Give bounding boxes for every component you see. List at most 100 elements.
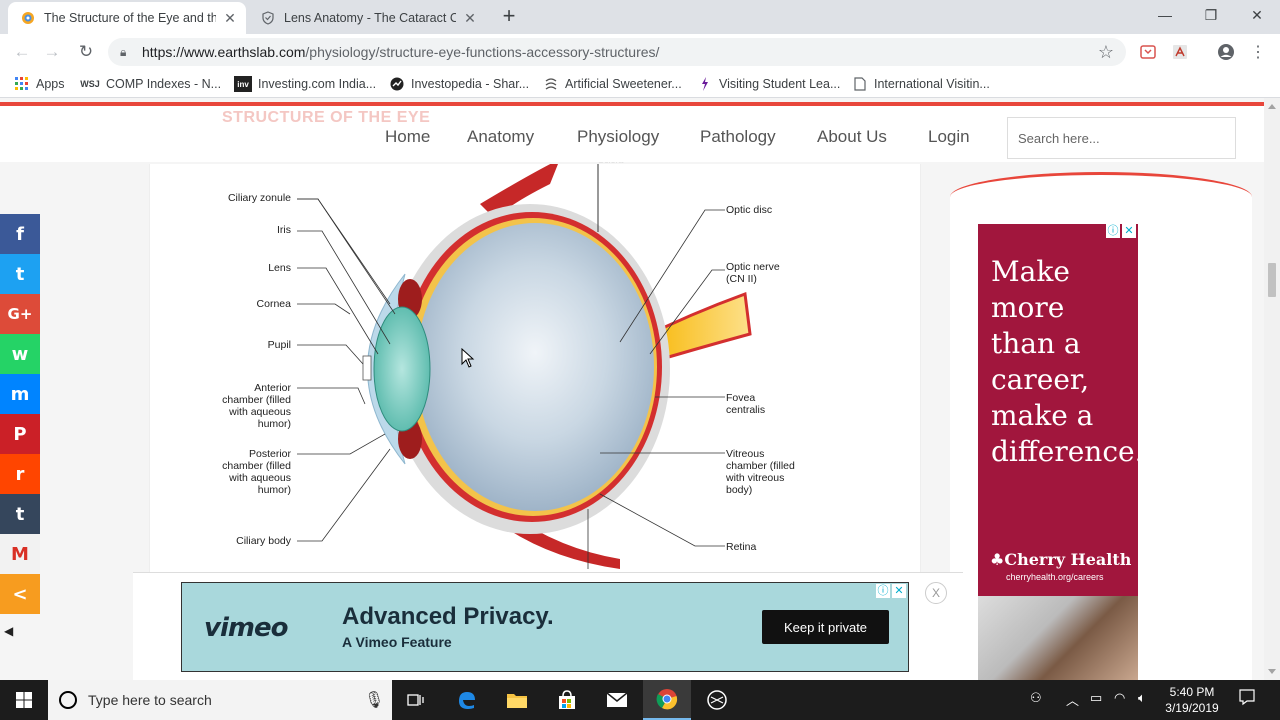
cherry-icon: ♣︎	[990, 550, 1005, 569]
label-vitreous-chamber: Vitreous chamber (filled with vitreous b…	[726, 448, 795, 496]
tab-lens-anatomy[interactable]: Lens Anatomy - The Cataract Co ✕	[248, 2, 486, 34]
google-plus-icon[interactable]: G+	[0, 294, 40, 334]
label-retina: Retina	[726, 541, 757, 553]
ad-photo	[978, 596, 1138, 680]
label-cornea: Cornea	[256, 298, 291, 310]
vimeo-ad[interactable]: ⓘ ✕ vimeo Advanced Privacy. A Vimeo Feat…	[181, 582, 909, 672]
pocket-extension-icon[interactable]	[1138, 42, 1158, 62]
app-circle-icon[interactable]	[693, 680, 741, 720]
vimeo-logo: vimeo	[204, 613, 288, 643]
nav-about-us[interactable]: About Us	[817, 127, 887, 147]
taskbar-search-placeholder: Type here to search	[88, 692, 212, 708]
ad-close-icon[interactable]: ✕	[892, 584, 906, 598]
restore-icon[interactable]: ❐	[1188, 0, 1234, 30]
label-pupil: Pupil	[267, 339, 291, 351]
bookmark-label: Investing.com India...	[258, 77, 377, 91]
bookmark-investing[interactable]: inv Investing.com India...	[234, 75, 376, 93]
cherry-health-ad[interactable]: ⓘ ✕ Make more than a career, make a diff…	[978, 224, 1143, 680]
label-optic-disc: Optic disc	[726, 204, 773, 216]
ad-subhead: A Vimeo Feature	[342, 634, 452, 650]
minimize-icon[interactable]: —	[1142, 0, 1188, 30]
nav-physiology[interactable]: Physiology	[577, 127, 659, 147]
close-window-icon[interactable]: ✕	[1234, 0, 1280, 30]
chrome-taskbar-icon[interactable]	[643, 680, 691, 720]
bookmark-label: Visiting Student Lea...	[719, 77, 841, 91]
tab-title: The Structure of the Eye and the	[44, 11, 216, 25]
close-tab-icon[interactable]: ✕	[222, 10, 238, 26]
web-page: Sclera Ciliary zonule Iris Lens Cornea P…	[0, 98, 1264, 680]
bookmark-star-icon[interactable]: ☆	[1098, 42, 1114, 63]
site-search-input[interactable]: Search here...	[1007, 117, 1236, 159]
mail-icon[interactable]	[593, 680, 641, 720]
nav-anatomy[interactable]: Anatomy	[467, 127, 534, 147]
task-view-icon[interactable]	[392, 680, 440, 720]
close-tab-icon[interactable]: ✕	[462, 10, 478, 26]
investopedia-icon	[389, 76, 405, 92]
keep-private-button[interactable]: Keep it private	[762, 610, 889, 644]
whatsapp-icon[interactable]: w	[0, 334, 40, 374]
site-navigation: STRUCTURE OF THE EYE Home Anatomy Physio…	[0, 102, 1264, 162]
label-iris: Iris	[277, 224, 291, 236]
wifi-icon[interactable]: ◠	[1114, 690, 1125, 706]
clock-date: 3/19/2019	[1165, 701, 1219, 715]
back-icon[interactable]: ←	[10, 40, 34, 64]
banner-close-button[interactable]: X	[925, 582, 947, 604]
forward-icon[interactable]: →	[40, 40, 64, 64]
reddit-icon[interactable]: r	[0, 454, 40, 494]
new-tab-button[interactable]: +	[498, 5, 520, 28]
messenger-icon[interactable]: m	[0, 374, 40, 414]
taskbar-search-input[interactable]: Type here to search 🎙︎	[48, 680, 392, 720]
battery-icon[interactable]: ▭	[1090, 690, 1102, 706]
people-icon[interactable]: ⚇	[1030, 690, 1042, 706]
microphone-icon[interactable]: 🎙︎	[364, 690, 384, 710]
taskbar-clock[interactable]: 5:40 PM 3/19/2019	[1160, 684, 1224, 716]
tab-strip: The Structure of the Eye and the ✕ Lens …	[0, 0, 1280, 34]
tumblr-icon[interactable]: t	[0, 494, 40, 534]
bookmark-apps[interactable]: Apps	[14, 75, 65, 93]
ad-info-icon[interactable]: ⓘ	[876, 584, 890, 598]
address-bar[interactable]: 🔒︎ https://www.earthslab.com/physiology/…	[108, 38, 1126, 66]
share-icon[interactable]: <	[0, 574, 40, 614]
swirl-icon	[543, 76, 559, 92]
apps-grid-icon	[14, 76, 30, 92]
bookmark-artificial-sweeteners[interactable]: Artificial Sweetener...	[543, 75, 682, 93]
bookmark-label: Apps	[36, 77, 65, 91]
facebook-icon[interactable]: f	[0, 214, 40, 254]
gmail-icon[interactable]: M	[0, 534, 40, 574]
bookmark-label: Artificial Sweetener...	[565, 77, 682, 91]
ad-close-icon[interactable]: ✕	[1122, 224, 1136, 238]
collapse-share-icon[interactable]: ◀	[4, 624, 20, 640]
file-explorer-icon[interactable]	[493, 680, 541, 720]
scroll-up-icon[interactable]	[1268, 104, 1276, 109]
nav-login[interactable]: Login	[928, 127, 970, 147]
bookmark-international-visiting[interactable]: International Visitin...	[852, 75, 990, 93]
label-posterior-chamber: Posterior chamber (filled with aqueous h…	[222, 448, 291, 496]
tray-chevron-icon[interactable]: ︿	[1066, 690, 1079, 709]
nav-pathology[interactable]: Pathology	[700, 127, 776, 147]
tab-structure-eye[interactable]: The Structure of the Eye and the ✕	[8, 2, 246, 34]
page-heading-ghost: STRUCTURE OF THE EYE	[222, 109, 431, 126]
page-scrollbar[interactable]	[1264, 98, 1280, 680]
scroll-down-icon[interactable]	[1268, 669, 1276, 674]
ad-brand: ♣︎Cherry Health	[990, 550, 1132, 569]
volume-icon[interactable]: 🔈︎	[1138, 690, 1146, 706]
notifications-icon[interactable]	[1238, 688, 1256, 709]
earthslab-favicon-icon	[20, 10, 36, 26]
scroll-thumb[interactable]	[1268, 263, 1276, 297]
ad-info-icon[interactable]: ⓘ	[1106, 224, 1120, 238]
nav-home[interactable]: Home	[385, 127, 430, 147]
bookmarks-bar: Apps WSJ COMP Indexes - N... inv Investi…	[0, 70, 1280, 98]
profile-icon[interactable]	[1216, 42, 1236, 62]
edge-icon[interactable]	[443, 680, 491, 720]
pinterest-icon[interactable]: P	[0, 414, 40, 454]
windows-start-icon[interactable]	[0, 680, 48, 720]
store-icon[interactable]	[543, 680, 591, 720]
twitter-icon[interactable]: t	[0, 254, 40, 294]
bookmark-investopedia[interactable]: Investopedia - Shar...	[389, 75, 529, 93]
bookmark-comp-indexes[interactable]: WSJ COMP Indexes - N...	[80, 75, 221, 93]
menu-kebab-icon[interactable]: ⋮	[1248, 42, 1268, 62]
mouse-cursor-icon	[461, 348, 475, 368]
bookmark-visiting-student[interactable]: Visiting Student Lea...	[697, 75, 840, 93]
pdf-extension-icon[interactable]	[1170, 42, 1190, 62]
reload-icon[interactable]: ↻	[74, 40, 98, 64]
